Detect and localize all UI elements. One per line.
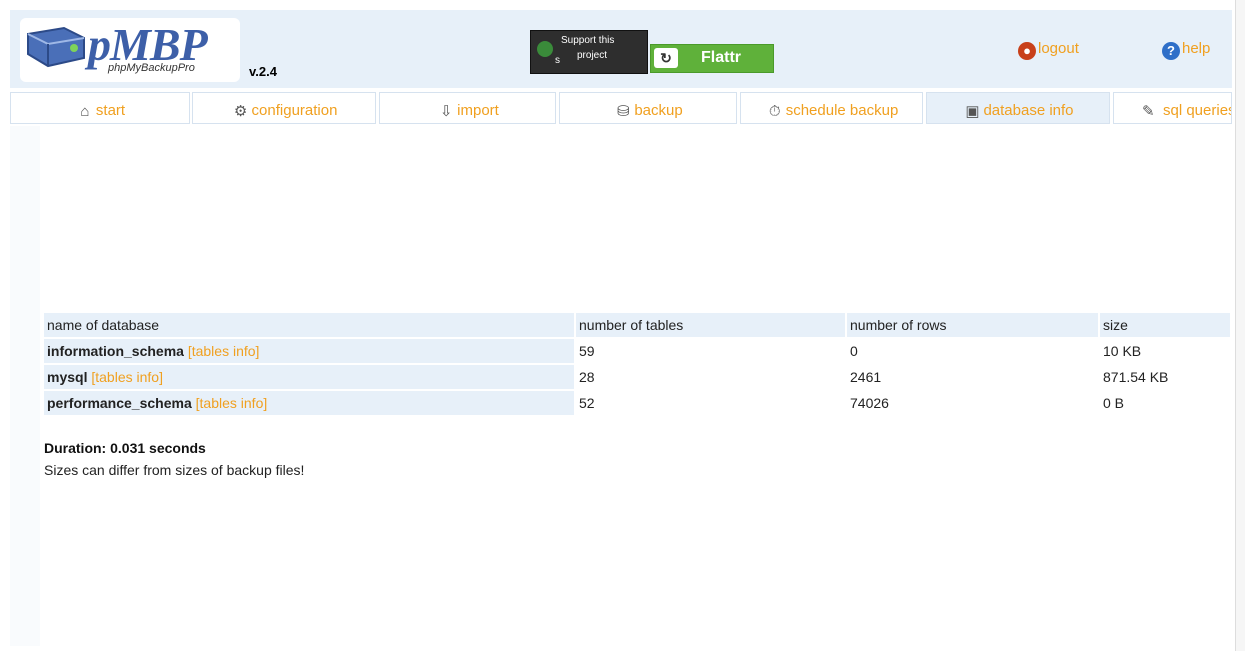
- size-note: Sizes can differ from sizes of backup fi…: [44, 462, 305, 478]
- database-name-cell: mysql [tables info]: [44, 365, 574, 389]
- tables-count: 59: [579, 343, 595, 359]
- version-label: v.2.4: [249, 64, 277, 79]
- database-name: information_schema: [47, 343, 184, 359]
- logout-label: logout: [1038, 40, 1079, 57]
- tab-schedule-backup[interactable]: ⏱ schedule backup: [740, 92, 923, 124]
- tab-label: configuration: [251, 102, 338, 119]
- main-tabs: ⌂ start ⚙ configuration ⇩ import ⛁ backup ⏱ s…: [10, 92, 1232, 126]
- tab-database-info[interactable]: ▣ database info: [926, 92, 1110, 124]
- table-row: information_schema [tables info] 59 0 10…: [44, 339, 1230, 363]
- rows-count: 0: [850, 343, 858, 359]
- pmbp-logo[interactable]: pMBP phpMyBackupPro: [20, 18, 240, 82]
- tab-backup[interactable]: ⛁ backup: [559, 92, 737, 124]
- table-row: mysql [tables info] 28 2461 871.54 KB: [44, 365, 1230, 389]
- column-header-name: name of database: [44, 313, 574, 337]
- tab-label: import: [457, 102, 499, 119]
- database-size: 0 B: [1103, 395, 1125, 411]
- tab-import[interactable]: ⇩ import: [379, 92, 556, 124]
- database-name-cell: performance_schema [tables info]: [44, 391, 574, 415]
- tab-sql-queries[interactable]: ✎ sql queries: [1113, 92, 1232, 124]
- column-header-rows: number of rows: [847, 313, 1098, 337]
- database-name: performance_schema: [47, 395, 192, 411]
- flattr-button[interactable]: ↻ Flattr: [650, 44, 774, 73]
- tab-label: database info: [983, 102, 1074, 119]
- tables-info-link[interactable]: [tables info]: [91, 369, 163, 385]
- flattr-icon: ↻: [654, 48, 678, 68]
- help-icon: ?: [1162, 42, 1180, 60]
- support-line-1: Support this: [561, 35, 615, 46]
- column-header-size: size: [1100, 313, 1230, 337]
- database-box-icon: [27, 26, 85, 68]
- logout-icon: ●: [1018, 42, 1036, 60]
- gear-icon: [537, 41, 553, 57]
- duration-text: Duration: 0.031 seconds: [44, 440, 206, 456]
- support-line-2: project: [577, 50, 608, 61]
- rows-count: 74026: [850, 395, 889, 411]
- import-icon: ⇩: [439, 103, 453, 120]
- table-header-row: name of database number of tables number…: [44, 313, 1230, 337]
- database-icon: ▣: [965, 103, 980, 120]
- tables-count: 28: [579, 369, 595, 385]
- support-project-button[interactable]: s Support this project: [530, 30, 648, 74]
- home-icon: ⌂: [80, 103, 90, 120]
- logout-link[interactable]: ● logout: [1018, 40, 1079, 60]
- left-rail: [10, 126, 40, 646]
- database-size: 871.54 KB: [1103, 369, 1169, 385]
- sql-icon: ✎: [1142, 103, 1155, 120]
- database-size: 10 KB: [1103, 343, 1142, 359]
- help-link[interactable]: ? help: [1162, 40, 1210, 60]
- configuration-icon: ⚙: [233, 103, 248, 120]
- support-prefix: s: [555, 55, 560, 66]
- tables-info-link[interactable]: [tables info]: [188, 343, 260, 359]
- tables-count: 52: [579, 395, 595, 411]
- tab-label: start: [95, 102, 126, 119]
- table-row: performance_schema [tables info] 52 7402…: [44, 391, 1230, 415]
- database-info-table: name of database number of tables number…: [42, 311, 1232, 417]
- logo-subtitle: phpMyBackupPro: [108, 62, 195, 74]
- tab-label: backup: [634, 102, 683, 119]
- database-name: mysql: [47, 369, 88, 385]
- stopwatch-icon: ⏱: [768, 103, 781, 120]
- tab-label: sql queries: [1163, 102, 1232, 119]
- rows-count: 2461: [850, 369, 882, 385]
- column-header-tables: number of tables: [576, 313, 845, 337]
- backup-icon: ⛁: [617, 103, 630, 120]
- database-name-cell: information_schema [tables info]: [44, 339, 574, 363]
- flattr-label: Flattr: [701, 49, 741, 66]
- tab-label: schedule backup: [785, 102, 899, 119]
- tab-configuration[interactable]: ⚙ configuration: [192, 92, 376, 124]
- tab-start[interactable]: ⌂ start: [10, 92, 190, 124]
- tables-info-link[interactable]: [tables info]: [196, 395, 268, 411]
- vertical-scrollbar[interactable]: [1235, 0, 1245, 651]
- help-label: help: [1182, 40, 1211, 57]
